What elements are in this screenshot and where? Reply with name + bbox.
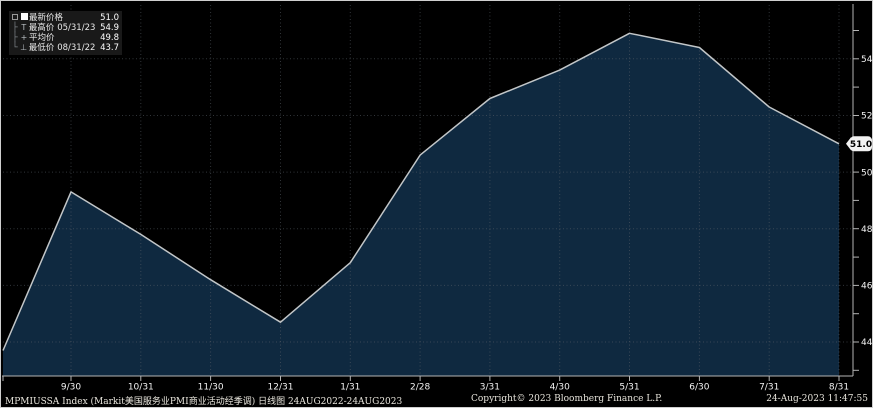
pmi-area-chart[interactable]: 44.046.048.050.052.054.09/3010/3111/3012… (1, 1, 872, 392)
y-axis-label: 52.0 (861, 112, 872, 122)
chart-plot-region[interactable]: 44.046.048.050.052.054.09/3010/3111/3012… (1, 1, 872, 392)
tree-branch-icon: ├ (11, 23, 19, 33)
average-marker-icon: + (19, 33, 29, 43)
legend-row-high: ├ T 最高价 05/31/23 54.9 (11, 23, 119, 33)
legend-panel[interactable]: 最新价格 51.0 ├ T 最高价 05/31/23 54.9 ├ + 平均价 … (9, 11, 122, 55)
legend-label: 最低价 (29, 43, 55, 53)
bloomberg-chart-window: 44.046.048.050.052.054.09/3010/3111/3012… (0, 0, 873, 408)
y-axis-label: 48.0 (861, 225, 872, 235)
tree-branch-icon: ├ (11, 33, 19, 43)
legend-row-average: ├ + 平均价 49.8 (11, 33, 119, 43)
series-swatch-icon (19, 13, 29, 23)
security-title: MPMIUSSA Index (Markit美国服务业PMI商业活动经季调) 日… (5, 394, 402, 407)
y-axis-label: 46.0 (861, 282, 872, 292)
tree-end-icon: └ (11, 43, 19, 53)
legend-value: 54.9 (97, 23, 119, 33)
last-price-label: 51.0 (850, 140, 872, 150)
legend-handle-icon (11, 13, 19, 23)
low-marker-icon: ⊥ (19, 43, 29, 53)
y-axis-label: 44.0 (861, 338, 872, 348)
legend-label: 平均价 (29, 33, 55, 43)
legend-label: 最高价 (29, 23, 55, 33)
legend-date: 08/31/22 (57, 43, 95, 53)
legend-row-last-price: 最新价格 51.0 (11, 13, 119, 23)
legend-label: 最新价格 (29, 13, 63, 23)
legend-date: 05/31/23 (57, 23, 95, 33)
area-fill (3, 33, 839, 376)
legend-value: 49.8 (97, 33, 119, 43)
timestamp: 24-Aug-2023 11:47:55 (766, 394, 868, 404)
legend-row-low: └ ⊥ 最低价 08/31/22 43.7 (11, 43, 119, 53)
legend-value: 43.7 (97, 43, 119, 53)
high-marker-icon: T (19, 23, 29, 33)
status-bar: MPMIUSSA Index (Markit美国服务业PMI商业活动经季调) 日… (1, 391, 872, 407)
legend-value: 51.0 (97, 13, 119, 23)
y-axis-label: 54.0 (861, 55, 872, 65)
y-axis-label: 50.0 (861, 168, 872, 178)
copyright-text: Copyright© 2023 Bloomberg Finance L.P. (471, 394, 662, 404)
